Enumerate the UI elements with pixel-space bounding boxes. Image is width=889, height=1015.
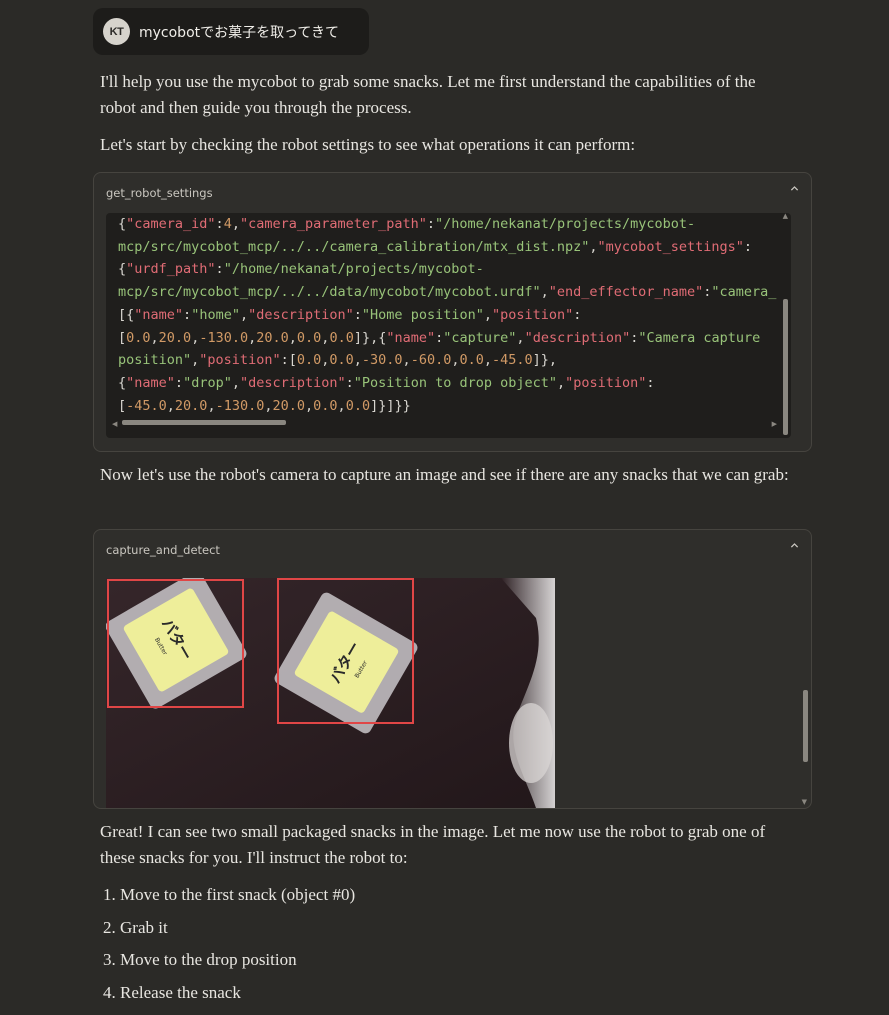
assistant-great-text: Great! I can see two small packaged snac… [100,822,766,867]
tool-result-get-robot-settings: get_robot_settings {"camera_id":4,"camer… [93,172,812,452]
json-output: {"camera_id":4,"camera_parameter_path":"… [118,213,776,417]
vertical-scrollbar[interactable] [803,690,808,762]
assistant-capture-text: Now let's use the robot's camera to capt… [100,465,789,484]
code-line: mcp/src/mycobot_mcp/../../camera_calibra… [118,238,752,255]
step-item: Move to the drop position [120,946,355,979]
scroll-up-arrow-icon[interactable]: ▲ [783,213,788,220]
scroll-left-arrow-icon[interactable]: ◀ [112,420,117,428]
code-line: [{"name":"home","description":"Home posi… [118,306,582,323]
user-avatar: KT [103,18,130,45]
horizontal-scrollbar[interactable] [122,420,286,425]
step-item: Grab it [120,914,355,947]
code-line: {"name":"drop","description":"Position t… [118,374,655,391]
tool-result-capture-and-detect: capture_and_detect バター Butter バター Butter… [93,529,812,809]
code-line: mcp/src/mycobot_mcp/../../data/mycobot/m… [118,284,777,301]
code-line: position","position":[0.0,0.0,-30.0,-60.… [118,352,558,369]
camera-snapshot-image: バター Butter バター Butter ▲ [106,578,555,808]
user-message-text: mycobotでお菓子を取ってきて [139,24,340,41]
vertical-scrollbar[interactable] [783,299,788,435]
assistant-check-settings-text: Let's start by checking the robot settin… [100,135,636,154]
chevron-up-icon[interactable] [790,183,799,196]
code-line: [-45.0,20.0,-130.0,20.0,0.0,0.0]}]}} [118,397,411,414]
tool-name: capture_and_detect [106,543,220,557]
step-item: Move to the first snack (object #0) [120,881,355,914]
code-line: {"urdf_path":"/home/nekanat/projects/myc… [118,261,484,278]
step-item: Release the snack [120,979,355,1012]
user-message: KT mycobotでお菓子を取ってきて [93,8,369,55]
scroll-down-arrow-icon[interactable]: ▼ [802,798,807,806]
code-line: {"camera_id":4,"camera_parameter_path":"… [118,216,696,232]
code-line: [0.0,20.0,-130.0,20.0,0.0,0.0]},{"name":… [118,329,761,346]
chevron-up-icon[interactable] [790,540,799,553]
steps-list: Move to the first snack (object #0) Grab… [100,881,355,1011]
tool-output-code: {"camera_id":4,"camera_parameter_path":"… [106,213,791,438]
scroll-right-arrow-icon[interactable]: ▶ [772,420,777,428]
tool-name: get_robot_settings [106,186,213,200]
assistant-intro-text: I'll help you use the mycobot to grab so… [100,72,756,117]
